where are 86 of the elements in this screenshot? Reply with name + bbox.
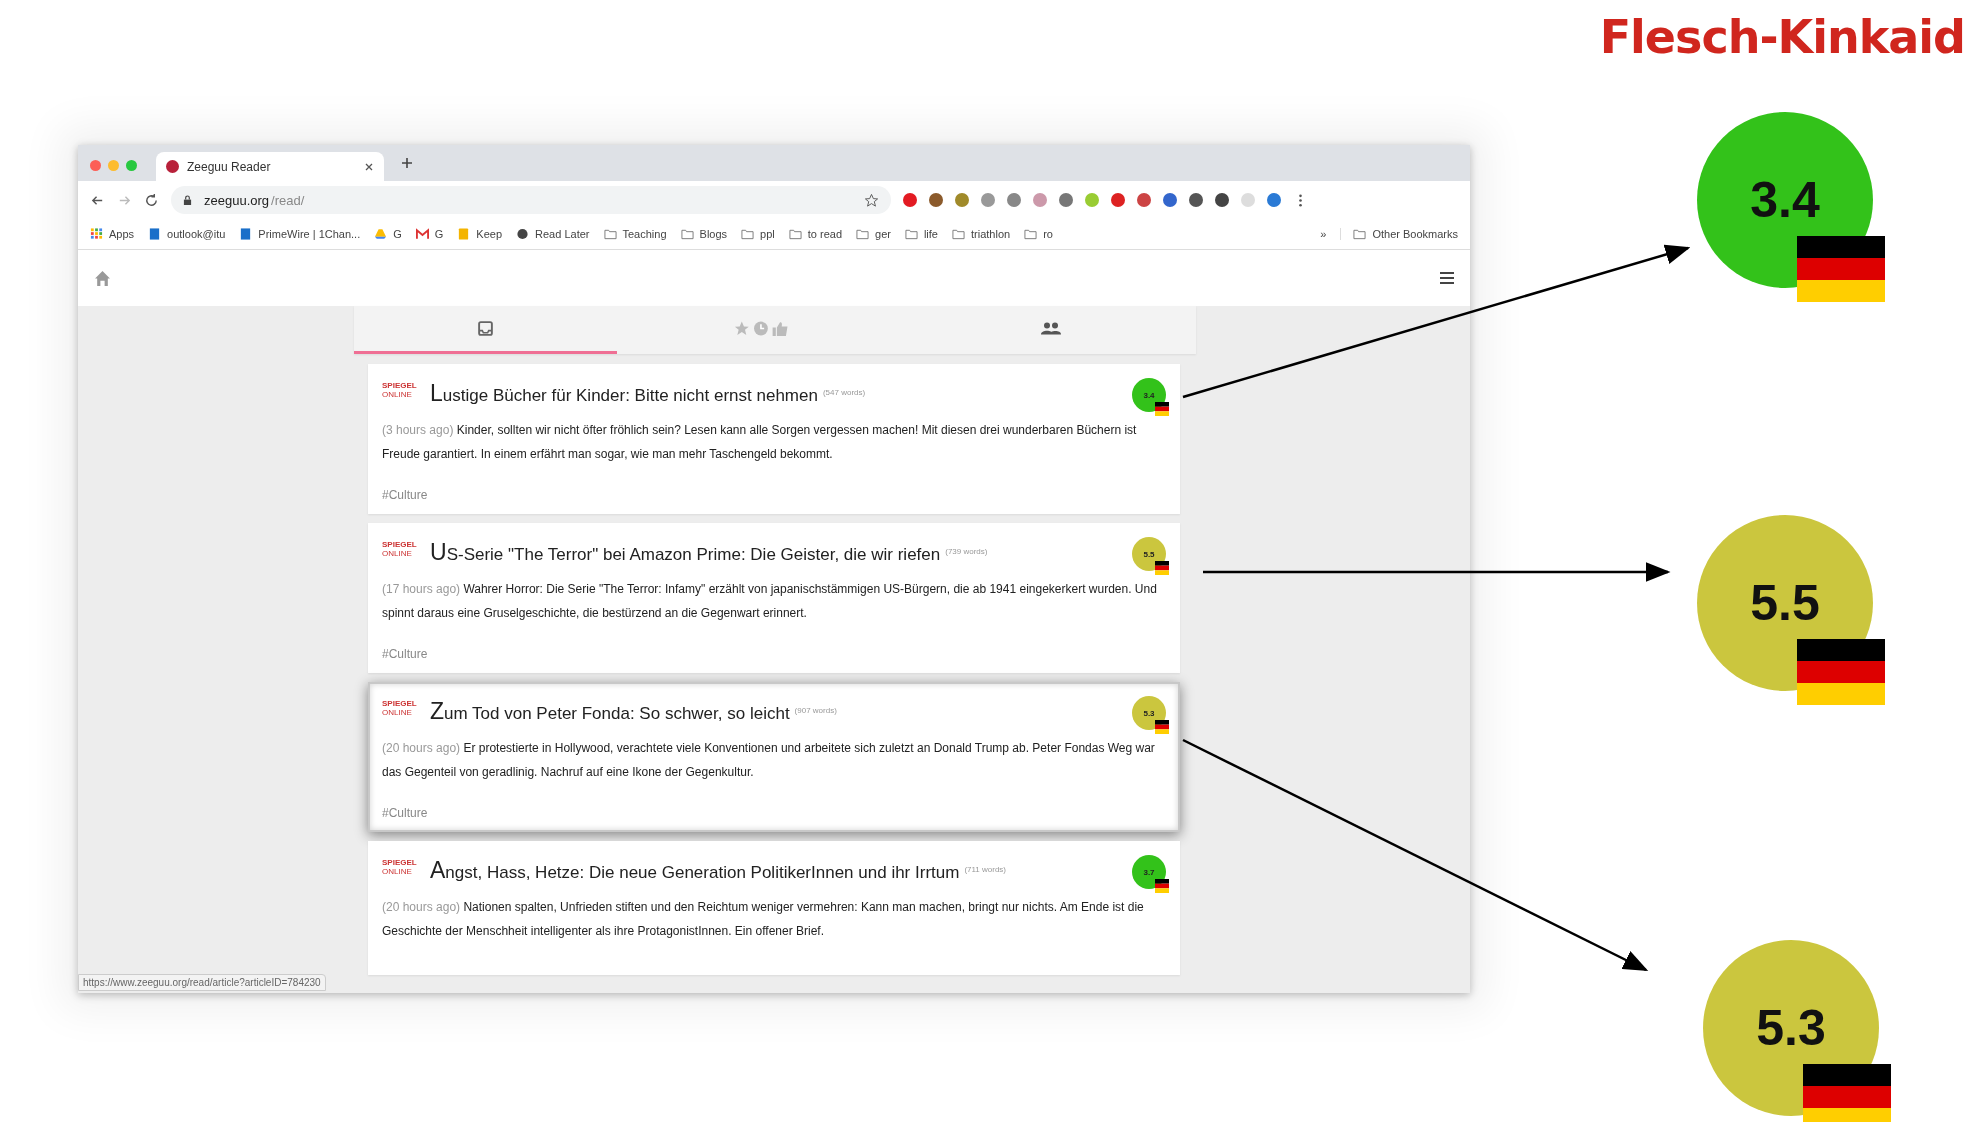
folder-icon <box>788 228 802 240</box>
difficulty-score: 5.3 <box>1756 999 1826 1057</box>
slide-heading: Flesch-Kinkaid <box>1599 10 1965 64</box>
bookmark[interactable]: PrimeWire | 1Chan... <box>239 228 361 240</box>
bookmark[interactable]: Apps <box>90 228 135 240</box>
bookmark[interactable]: ppl <box>741 228 775 240</box>
triangle-icon <box>374 228 388 240</box>
article-tag: #Culture <box>382 488 1166 502</box>
bookmark[interactable]: Read Later <box>516 228 590 240</box>
bookmark[interactable]: G <box>415 228 444 240</box>
home-icon[interactable] <box>94 269 111 287</box>
apps-grid-icon <box>90 228 103 240</box>
extension-icon[interactable] <box>1189 193 1203 207</box>
german-flag-icon <box>1153 720 1171 734</box>
source-logo: SPIEGEL ONLINE <box>382 540 418 558</box>
address-bar[interactable]: zeeguu.org/read/ <box>171 186 891 214</box>
folder-icon <box>856 228 869 240</box>
globe-icon <box>516 228 530 240</box>
site-icon <box>148 228 162 240</box>
site-icon <box>239 228 253 240</box>
folder-icon <box>904 228 918 240</box>
german-flag-icon <box>1797 639 1885 705</box>
article-summary: (3 hours ago) Kinder, sollten wir nicht öfter fröhlich sein? Lesen kann alle Sorgen vergessen machen! Mit diesen drei wunderbaren Büchern ist Freude garantiert. In einem erfährt man sogar, wie man mehr Taschengeld bekommt. <box>382 422 1138 463</box>
article-tag: #Culture <box>382 806 1166 820</box>
source-logo: SPIEGEL ONLINE <box>382 381 418 399</box>
extension-icon[interactable] <box>903 193 917 207</box>
extension-icon[interactable] <box>929 193 943 207</box>
people-icon <box>1040 320 1063 337</box>
bookmark[interactable]: life <box>904 228 938 240</box>
article-title[interactable]: Lustige Bücher für Kinder: Bitte nicht ernst nehmen <box>430 380 818 407</box>
difficulty-score: 3.4 <box>1750 171 1820 229</box>
browser-tab[interactable]: Zeeguu Reader <box>156 152 384 181</box>
bookmark[interactable]: Other Bookmarks <box>1340 228 1458 240</box>
extension-icon[interactable] <box>1059 193 1073 207</box>
article-title[interactable]: US-Serie "The Terror" bei Amazon Prime: Die Geister, die wir riefen <box>430 539 941 566</box>
status-url: https://www.zeeguu.org/read/article?articleID=784230 <box>78 974 326 991</box>
word-count: (907 words) <box>794 706 837 715</box>
difficulty-score: 5.5 <box>1750 574 1820 632</box>
folder-icon <box>603 228 617 240</box>
article-summary: (20 hours ago) Nationen spalten, Unfrieden stiften und den Reichtum weniger vermehren: Kann man machen, bringt nur nichts. Am Ende ist die Geschichte der Menschheit intelligenter als ihre ProtagonistInnen. Ein offener Brief. <box>382 899 1145 940</box>
bookmark[interactable]: G <box>374 228 402 240</box>
extension-icon[interactable] <box>1111 193 1125 207</box>
german-flag-icon <box>1153 879 1171 893</box>
bookmark[interactable]: outlook@itu <box>148 228 226 240</box>
article-title[interactable]: Angst, Hass, Hetze: Die neue Generation PolitikerInnen und ihr Irrtum <box>430 857 960 884</box>
bookmark[interactable]: Blogs <box>680 228 728 240</box>
article-summary: (20 hours ago) Er protestierte in Hollywood, verachtete viele Konventionen und arbeitete sich zuletzt an Donald Trump ab. Peter Fondas Weg war das Gegenteil von geradlinig. Nachruf auf eine Ikone der Gegenkultur. <box>382 740 1156 781</box>
article-summary: (17 hours ago) Wahrer Horror: Die Serie "The Terror: Infamy" erzählt von japanischstämmigen US-Bürgern, die ab 1941 eingekerkert wurden. Und spinnt daraus eine Gruselgeschichte, die bestürzend an die Gegenwart erinnert. <box>382 581 1158 622</box>
folder-icon <box>1024 228 1038 240</box>
note-icon <box>457 228 471 240</box>
bookmark[interactable]: ger <box>856 228 891 240</box>
word-count: (547 words) <box>822 388 866 397</box>
bookmark[interactable]: triathlon <box>952 228 1011 240</box>
folder-icon <box>680 228 694 240</box>
source-logo: SPIEGEL ONLINE <box>382 858 418 876</box>
new-tab-icon[interactable] <box>401 157 413 169</box>
extension-icon[interactable] <box>1267 193 1281 207</box>
mail-icon <box>415 228 429 240</box>
word-count: (711 words) <box>964 865 1007 874</box>
german-flag-icon <box>1153 561 1171 575</box>
extension-icon[interactable] <box>1215 193 1229 207</box>
german-flag-icon <box>1797 236 1885 302</box>
site-logo-icon <box>166 160 179 173</box>
menu-icon[interactable] <box>1438 271 1456 285</box>
folder-icon <box>1353 228 1367 240</box>
word-count: (739 words) <box>945 547 988 556</box>
german-flag-icon <box>1153 402 1171 416</box>
article-tag: #Culture <box>382 647 1166 661</box>
star-icon[interactable] <box>864 192 879 208</box>
lock-icon <box>183 194 192 206</box>
reload-icon[interactable] <box>144 192 159 208</box>
source-logo: SPIEGEL ONLINE <box>382 699 418 717</box>
german-flag-icon <box>1803 1064 1891 1122</box>
bookmark[interactable]: ro <box>1024 228 1053 240</box>
article-title[interactable]: Zum Tod von Peter Fonda: So schwer, so leicht <box>430 698 790 725</box>
close-icon[interactable] <box>364 161 374 172</box>
bookmarks-overflow[interactable]: » <box>1320 228 1327 240</box>
folder-icon <box>952 228 965 240</box>
bookmark[interactable]: Keep <box>457 228 503 240</box>
article-card[interactable] <box>368 682 1180 832</box>
bookmark[interactable]: to read <box>788 228 842 240</box>
folder-icon <box>741 228 755 240</box>
bookmark[interactable]: Teaching <box>603 228 667 240</box>
inbox-icon <box>477 320 494 337</box>
extension-icon[interactable] <box>1163 193 1177 207</box>
extension-icon[interactable] <box>1137 193 1151 207</box>
